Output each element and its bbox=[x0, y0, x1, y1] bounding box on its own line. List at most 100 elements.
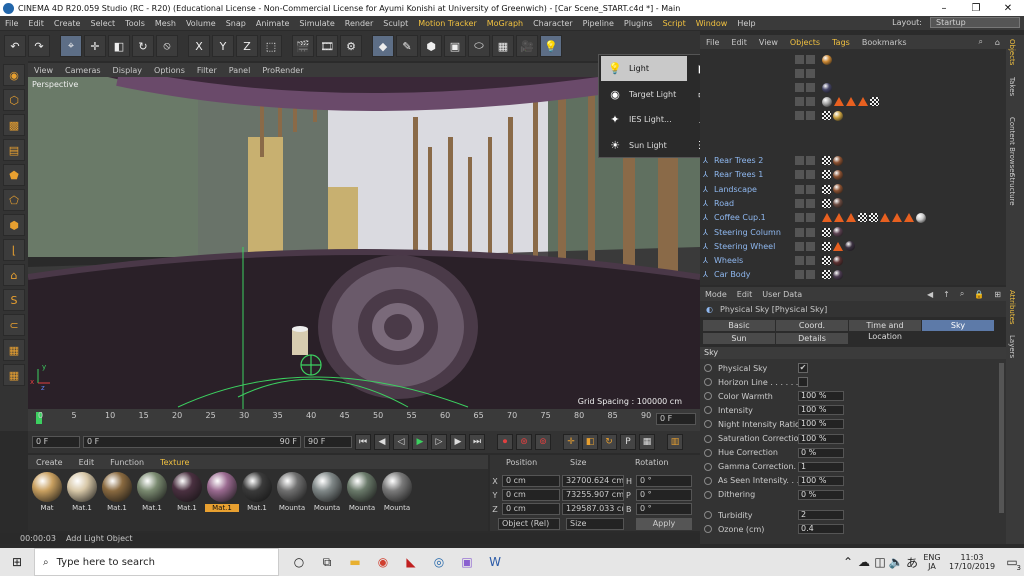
render-flag-icon[interactable] bbox=[806, 198, 815, 208]
right-tab-attributes[interactable]: Attributes bbox=[1008, 290, 1016, 325]
right-tab-objects[interactable]: Objects bbox=[1008, 39, 1016, 65]
visibility-flag-icon[interactable] bbox=[795, 198, 804, 208]
visibility-flag-icon[interactable] bbox=[795, 227, 804, 237]
recent-tool-icon[interactable]: ⦸ bbox=[156, 35, 178, 57]
key-scale-icon[interactable]: ◧ bbox=[582, 434, 598, 450]
chrome-icon[interactable]: ◉ bbox=[369, 548, 397, 576]
object-flags[interactable] bbox=[795, 241, 815, 251]
visibility-flag-icon[interactable] bbox=[795, 69, 804, 78]
menu-sculpt[interactable]: Sculpt bbox=[378, 19, 413, 28]
texture-tag-icon[interactable] bbox=[869, 213, 878, 223]
animation-dot-icon[interactable] bbox=[704, 490, 712, 499]
visibility-flag-icon[interactable] bbox=[795, 256, 804, 266]
object-row[interactable]: ⅄ Car Body bbox=[700, 268, 1006, 281]
render-flag-icon[interactable] bbox=[806, 55, 815, 64]
material-tag-icon[interactable] bbox=[833, 110, 843, 121]
tweak-mode-icon[interactable]: ⌂ bbox=[3, 264, 25, 286]
coord-position-field[interactable]: 0 cm bbox=[502, 475, 560, 487]
attribute-checkbox[interactable]: ✔ bbox=[798, 363, 808, 373]
object-flags[interactable] bbox=[795, 270, 815, 280]
render-flag-icon[interactable] bbox=[806, 270, 815, 280]
material-tag-icon[interactable] bbox=[833, 227, 843, 237]
viewport-menu-options[interactable]: Options bbox=[148, 66, 191, 75]
animation-dot-icon[interactable] bbox=[704, 392, 712, 401]
acrobat-icon[interactable]: ◣ bbox=[397, 548, 425, 576]
render-flag-icon[interactable] bbox=[806, 213, 815, 223]
visibility-flag-icon[interactable] bbox=[795, 270, 804, 280]
menu-character[interactable]: Character bbox=[528, 19, 578, 28]
object-row[interactable] bbox=[700, 53, 1006, 66]
attributes-tab-sun[interactable]: Sun bbox=[703, 333, 775, 344]
object-flags[interactable] bbox=[795, 227, 815, 237]
coord-size-field[interactable]: 32700.624 cm bbox=[562, 475, 624, 487]
material-swatch[interactable]: Mat.1 bbox=[171, 472, 203, 516]
texture-tag-icon[interactable] bbox=[822, 256, 831, 266]
attribute-value-field[interactable]: 100 % bbox=[798, 433, 844, 444]
windows-start-icon[interactable]: ⊞ bbox=[0, 548, 34, 576]
object-row[interactable] bbox=[700, 109, 1006, 122]
menu-help[interactable]: Help bbox=[732, 19, 760, 28]
animation-dot-icon[interactable] bbox=[704, 448, 712, 457]
y-axis-icon[interactable]: Y bbox=[212, 35, 234, 57]
texture-tag-icon[interactable] bbox=[822, 170, 831, 180]
menu-volume[interactable]: Volume bbox=[181, 19, 221, 28]
texture-tag-icon[interactable] bbox=[822, 156, 831, 165]
material-swatch[interactable]: Mounta bbox=[276, 472, 308, 516]
ime-icon[interactable]: あ bbox=[904, 548, 920, 576]
animation-dot-icon[interactable] bbox=[704, 462, 712, 471]
menu-mograph[interactable]: MoGraph bbox=[482, 19, 528, 28]
coordinate-system-icon[interactable]: ⬚ bbox=[260, 35, 282, 57]
coord-position-field[interactable]: 0 cm bbox=[502, 503, 560, 515]
menu-plugins[interactable]: Plugins bbox=[619, 19, 658, 28]
material-tag-icon[interactable] bbox=[833, 155, 843, 166]
prev-key-icon[interactable]: ◀ bbox=[374, 434, 390, 450]
material-tag-icon[interactable] bbox=[833, 269, 843, 280]
object-row[interactable]: ⅄ Landscape bbox=[700, 183, 1006, 196]
texture-mode-icon[interactable]: ▩ bbox=[3, 114, 25, 136]
object-name[interactable]: Wheels bbox=[714, 256, 743, 265]
subdivision-icon[interactable]: ⬢ bbox=[420, 35, 442, 57]
keyframe-selection-icon[interactable]: ⊚ bbox=[535, 434, 551, 450]
light-popup-item-ies-light[interactable]: ✦ IES Light... bbox=[601, 107, 687, 132]
animation-dot-icon[interactable] bbox=[704, 525, 712, 534]
render-flag-icon[interactable] bbox=[806, 241, 815, 251]
key-pla-icon[interactable]: ▦ bbox=[639, 434, 655, 450]
material-swatch[interactable]: Mat.1 bbox=[101, 472, 133, 516]
x-axis-icon[interactable]: X bbox=[188, 35, 210, 57]
up-arrow-icon[interactable]: ↑ bbox=[938, 290, 955, 299]
object-manager-home-icon[interactable]: ⌂ bbox=[989, 38, 1006, 47]
object-flags[interactable] bbox=[795, 55, 815, 64]
attributes-tab-coord[interactable]: Coord. bbox=[776, 320, 848, 331]
material-tag-icon[interactable] bbox=[833, 184, 843, 195]
task-view-icon[interactable]: ⧉ bbox=[313, 548, 341, 576]
right-tab-layers[interactable]: Layers bbox=[1008, 335, 1016, 358]
menu-create[interactable]: Create bbox=[49, 19, 86, 28]
apply-button[interactable]: Apply bbox=[636, 518, 692, 530]
object-row[interactable]: ⅄ Rear Trees 2 bbox=[700, 154, 1006, 167]
close-button[interactable]: ✕ bbox=[992, 3, 1024, 14]
prev-frame-icon[interactable]: ◁ bbox=[393, 434, 409, 450]
maximize-button[interactable]: ❐ bbox=[960, 3, 992, 14]
edit-render-settings-icon[interactable]: ⚙ bbox=[340, 35, 362, 57]
object-flags[interactable] bbox=[795, 198, 815, 208]
object-name[interactable]: Road bbox=[714, 199, 734, 208]
floor-icon[interactable]: ▦ bbox=[492, 35, 514, 57]
coord-size-field[interactable]: 129587.033 cı bbox=[562, 503, 624, 515]
viewport-menu-filter[interactable]: Filter bbox=[191, 66, 223, 75]
undo-icon[interactable]: ↶ bbox=[4, 35, 26, 57]
animation-dot-icon[interactable] bbox=[704, 476, 712, 485]
menu-window[interactable]: Window bbox=[691, 19, 733, 28]
right-tab-structure[interactable]: Structure bbox=[1008, 173, 1016, 206]
clock[interactable]: 11:03 17/10/2019 bbox=[944, 553, 1000, 571]
coord-size-field[interactable]: 73255.907 cm bbox=[562, 489, 624, 501]
object-name[interactable]: Rear Trees 1 bbox=[714, 170, 763, 179]
visibility-flag-icon[interactable] bbox=[795, 55, 804, 64]
tag-icon[interactable] bbox=[834, 213, 844, 223]
visibility-flag-icon[interactable] bbox=[795, 170, 804, 180]
object-name[interactable]: Steering Wheel bbox=[714, 242, 775, 251]
attribute-checkbox[interactable] bbox=[798, 377, 808, 388]
cube-icon[interactable]: ◆ bbox=[372, 35, 394, 57]
array-icon[interactable]: ▣ bbox=[444, 35, 466, 57]
workplane-lock-icon[interactable]: ▦ bbox=[3, 339, 25, 361]
attributes-menu-edit[interactable]: Edit bbox=[732, 290, 758, 299]
